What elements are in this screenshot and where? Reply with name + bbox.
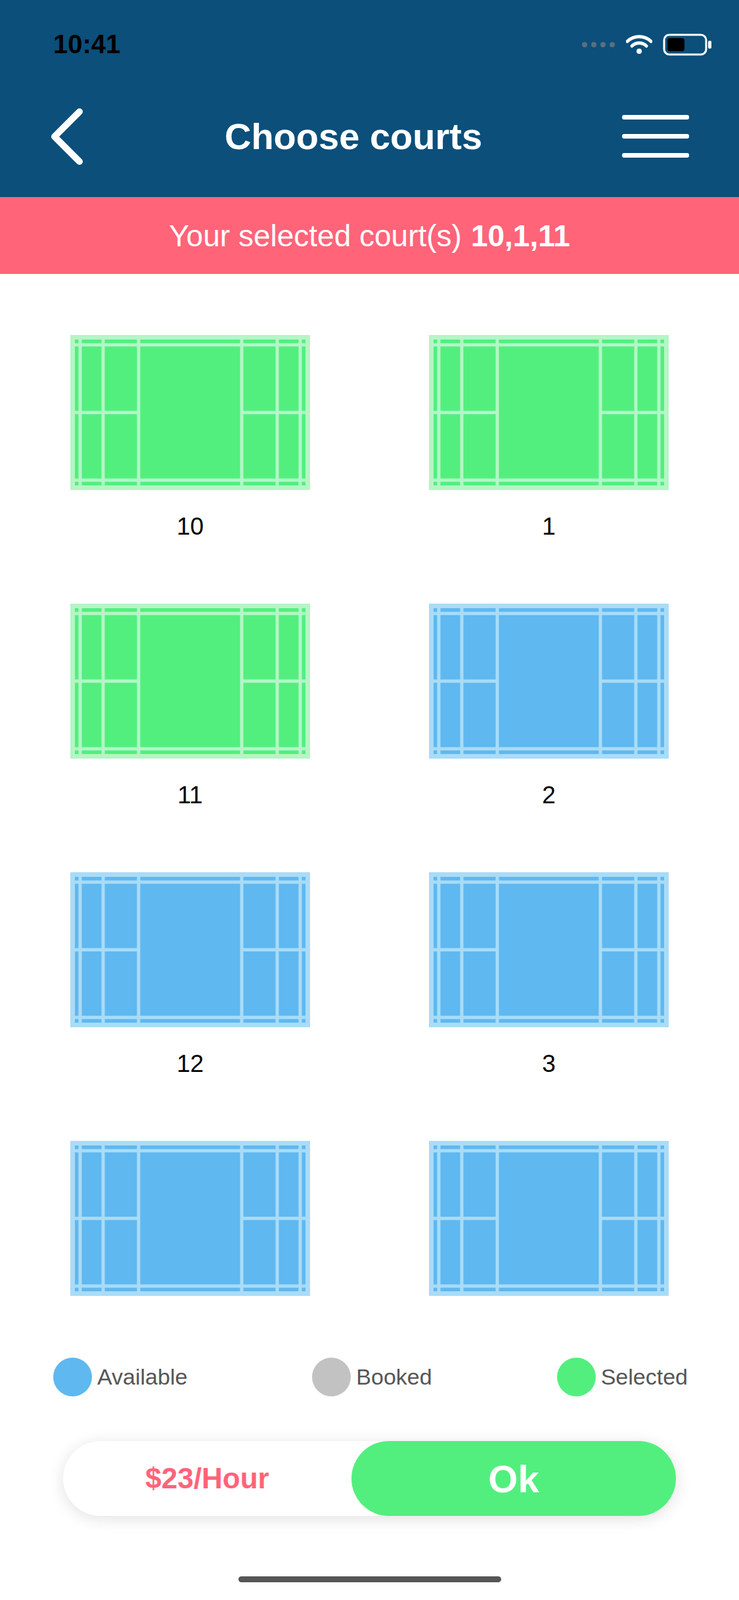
legend-item: Available [53, 1357, 188, 1397]
nav-bar: Choose courts [0, 88, 739, 198]
legend-dot [53, 1357, 92, 1397]
court-tile[interactable]: 3 [428, 872, 669, 1082]
ok-button[interactable]: Ok [351, 1441, 676, 1517]
court-tile[interactable] [428, 1141, 669, 1297]
legend-item: Booked [312, 1357, 432, 1397]
court-icon [70, 335, 311, 491]
legend-dot [557, 1357, 596, 1397]
status-bar: 10:41 [0, 0, 739, 89]
court-tile[interactable]: 12 [70, 872, 311, 1082]
legend-label: Booked [356, 1364, 432, 1390]
battery-icon [662, 33, 713, 56]
legend-item: Selected [557, 1357, 688, 1397]
signal-icon [581, 41, 616, 48]
status-time: 10:41 [53, 29, 121, 60]
court-icon [428, 872, 669, 1028]
court-icon [428, 1141, 669, 1297]
court-tile[interactable]: 10 [70, 335, 311, 544]
choose-courts-screen: 10:41 Choose courts Your selected court(s)… [0, 0, 739, 1600]
court-number: 12 [176, 1047, 204, 1082]
footer-bar: $23/HourOk [63, 1441, 676, 1517]
back-arrow-icon[interactable] [47, 107, 85, 166]
court-tile[interactable] [70, 1141, 311, 1297]
court-number: 11 [177, 778, 203, 813]
legend-label: Selected [601, 1364, 688, 1390]
court-icon [70, 603, 311, 759]
court-tile[interactable]: 1 [428, 335, 669, 544]
legend: Available Booked Selected [0, 1357, 739, 1397]
court-icon [428, 603, 669, 759]
courts-grid: 101112123 [0, 335, 739, 1297]
court-number: 3 [541, 1047, 556, 1082]
court-icon [428, 335, 669, 491]
page-title: Choose courts [224, 114, 483, 158]
court-icon [70, 1141, 311, 1297]
legend-label: Available [97, 1364, 188, 1390]
court-icon [70, 872, 311, 1028]
court-number: 10 [176, 509, 204, 544]
court-tile[interactable]: 11 [70, 603, 311, 813]
status-icons [581, 33, 713, 56]
legend-dot [312, 1357, 351, 1397]
wifi-icon [626, 34, 653, 55]
court-number: 1 [541, 509, 556, 544]
selection-banner: Your selected court(s)10,1,11 [0, 197, 739, 274]
court-number: 2 [541, 778, 556, 813]
top-bar: 10:41 Choose courts [0, 0, 739, 198]
selected-courts: 10,1,11 [470, 218, 571, 254]
hamburger-menu-icon[interactable] [622, 114, 690, 159]
court-tile[interactable]: 2 [428, 603, 669, 813]
price-label: $23/Hour [63, 1441, 352, 1517]
courts-area: 101112123 [0, 273, 739, 1358]
home-indicator [238, 1576, 502, 1583]
banner-label: Your selected court(s) [168, 218, 462, 254]
